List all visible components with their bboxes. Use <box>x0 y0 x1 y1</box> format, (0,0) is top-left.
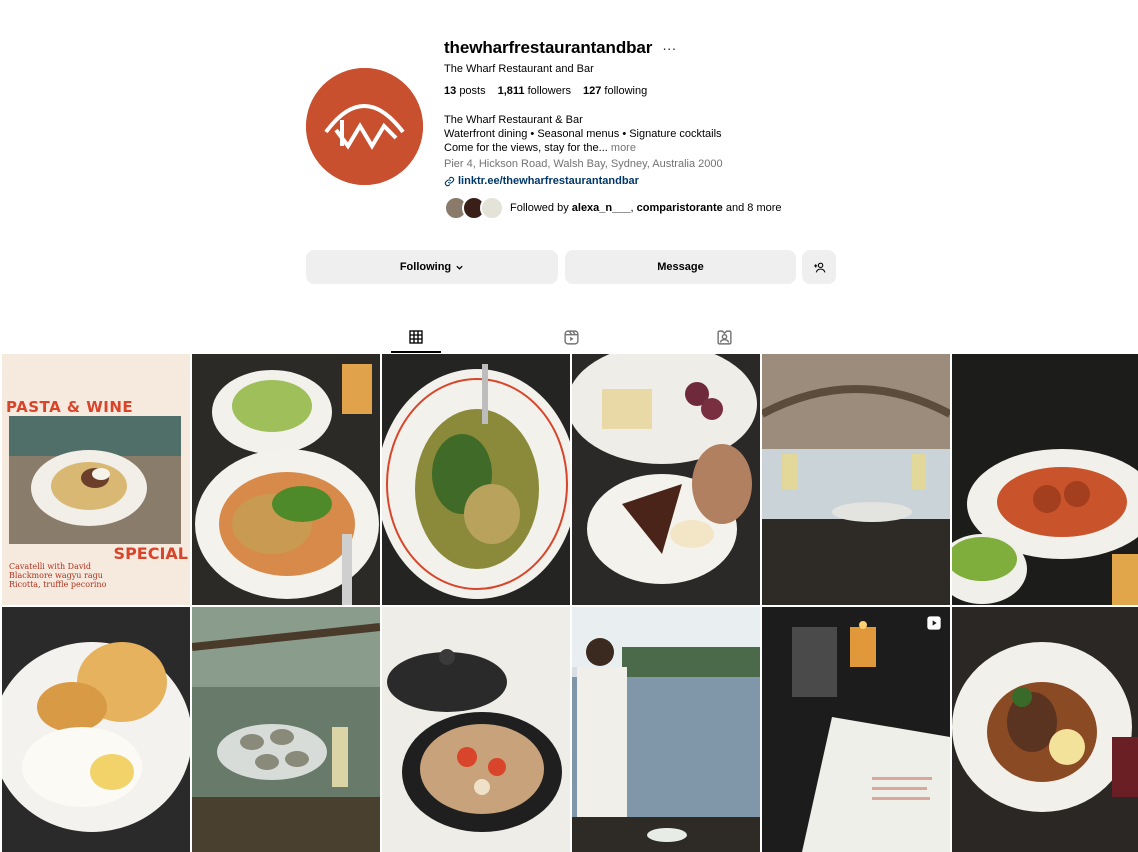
wharf-logo-icon <box>306 68 423 185</box>
tagged-icon <box>716 329 732 345</box>
post-image <box>572 354 760 605</box>
post-tile[interactable] <box>2 607 190 852</box>
add-user-icon <box>813 262 825 273</box>
message-button[interactable]: Message <box>565 250 796 284</box>
posts-stat: 13 posts <box>444 85 486 97</box>
bio-line-2: Waterfront dining • Seasonal menus • Sig… <box>444 128 722 140</box>
grid-icon <box>409 329 423 344</box>
bio-line-1: The Wharf Restaurant & Bar <box>444 114 583 126</box>
bio-link[interactable]: linktr.ee/thewharfrestaurantandbar <box>444 174 864 188</box>
tab-tagged[interactable] <box>699 322 749 352</box>
following-button[interactable]: Following <box>306 250 558 284</box>
bio: The Wharf Restaurant & Bar Waterfront di… <box>444 113 864 188</box>
post-tile[interactable]: PASTA & WINE SPECIAL Cavatelli with Davi… <box>2 354 190 605</box>
profile-avatar[interactable] <box>306 68 423 185</box>
reels-icon <box>563 329 579 345</box>
follower-avatars <box>444 196 504 220</box>
chevron-down-icon <box>456 265 463 270</box>
bio-more-link[interactable]: more <box>611 142 636 154</box>
link-icon <box>444 176 455 186</box>
post-image <box>382 354 570 605</box>
following-stat[interactable]: 127 following <box>583 85 647 97</box>
post-tile[interactable] <box>192 354 380 605</box>
post-image <box>762 607 950 852</box>
options-icon[interactable]: ··· <box>662 41 676 55</box>
username: thewharfrestaurantandbar <box>444 38 653 57</box>
post-tile[interactable] <box>192 607 380 852</box>
post-image <box>572 607 760 852</box>
post-image <box>382 607 570 852</box>
profile-stats: 13 posts 1,811 followers 127 following <box>444 85 864 97</box>
suggest-users-button[interactable] <box>802 250 836 284</box>
post-tile[interactable] <box>572 607 760 852</box>
post-grid: PASTA & WINE SPECIAL Cavatelli with Davi… <box>2 354 1138 852</box>
post-image <box>192 607 380 852</box>
tab-posts[interactable] <box>391 322 441 353</box>
post-tile[interactable] <box>762 607 950 852</box>
profile-info: thewharfrestaurantandbar ··· The Wharf R… <box>444 38 864 220</box>
post-image <box>192 354 380 605</box>
reel-icon <box>927 616 941 630</box>
post-tile[interactable] <box>382 354 570 605</box>
post-tile[interactable] <box>762 354 950 605</box>
post-tile[interactable] <box>952 607 1138 852</box>
poster-title: PASTA & WINE <box>6 398 134 416</box>
post-tile[interactable] <box>572 354 760 605</box>
follower-avatar <box>480 196 504 220</box>
post-image <box>952 354 1138 605</box>
tab-reels[interactable] <box>546 322 596 352</box>
post-tile[interactable] <box>382 607 570 852</box>
post-tile[interactable] <box>952 354 1138 605</box>
bio-address: Pier 4, Hickson Road, Walsh Bay, Sydney,… <box>444 158 723 170</box>
post-image <box>2 607 190 852</box>
followed-user-2[interactable]: comparistorante <box>637 202 723 214</box>
bio-line-3: Come for the views, stay for the... more <box>444 142 636 154</box>
followers-stat[interactable]: 1,811 followers <box>498 85 571 97</box>
full-name: The Wharf Restaurant and Bar <box>444 63 594 75</box>
followed-user-1[interactable]: alexa_n___ <box>572 202 631 214</box>
profile-tabs <box>0 322 1138 354</box>
post-image <box>9 416 181 544</box>
followed-by[interactable]: Followed by alexa_n___, comparistorante … <box>444 196 864 220</box>
post-image <box>952 607 1138 852</box>
poster-caption: Cavatelli with David Blackmore wagyu rag… <box>9 562 107 589</box>
poster-subtitle: SPECIAL <box>113 544 188 563</box>
post-image <box>762 354 950 605</box>
